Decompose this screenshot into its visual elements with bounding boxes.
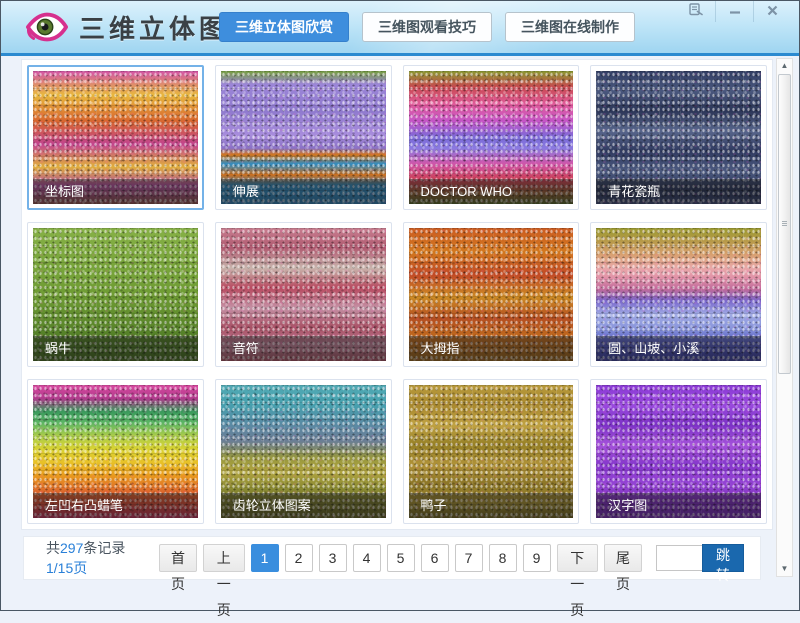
scrollbar-grip-icon <box>782 221 787 226</box>
record-summary: 共297条记录 1/15页 <box>46 538 159 578</box>
page-number-list: 123456789 <box>251 544 551 572</box>
summary-suffix: 条记录 <box>83 540 125 556</box>
gallery-panel: 坐标图 伸展 DOCTOR WHO 青花瓷瓶 蜗牛 音符 大拇指 圆、山坡、小溪… <box>21 59 773 530</box>
page-button-7[interactable]: 7 <box>455 544 483 572</box>
gallery-item[interactable]: 左凹右凸蜡笔 <box>27 379 204 524</box>
stereogram-thumb: 汉字图 <box>596 385 761 518</box>
page-button-4[interactable]: 4 <box>353 544 381 572</box>
gallery-item-label: 伸展 <box>221 179 386 204</box>
titlebar: 三维立体图 三维立体图欣赏 三维图观看技巧 三维图在线制作 <box>1 1 799 53</box>
gallery-item-label: 左凹右凸蜡笔 <box>33 493 198 518</box>
stereogram-thumb: 伸展 <box>221 71 386 204</box>
jump-group: 跳转 <box>656 544 744 572</box>
gallery-item-label: 汉字图 <box>596 493 761 518</box>
summary-prefix: 共 <box>46 540 60 556</box>
prev-page-button[interactable]: 上一页 <box>203 544 244 572</box>
gallery-item-label: 圆、山坡、小溪 <box>596 336 761 361</box>
stereogram-thumb: 蜗牛 <box>33 228 198 361</box>
app-logo-eye-icon <box>25 11 69 43</box>
stereogram-thumb: DOCTOR WHO <box>409 71 574 204</box>
jump-page-input[interactable] <box>656 545 702 571</box>
scroll-down-arrow-icon[interactable]: ▼ <box>777 562 792 576</box>
gallery-item-label: 齿轮立体图案 <box>221 493 386 518</box>
first-page-button[interactable]: 首页 <box>159 544 197 572</box>
stereogram-thumb: 大拇指 <box>409 228 574 361</box>
page-button-3[interactable]: 3 <box>319 544 347 572</box>
last-page-button[interactable]: 尾页 <box>604 544 642 572</box>
vertical-scrollbar[interactable]: ▲ ▼ <box>776 58 793 577</box>
gallery-item[interactable]: 圆、山坡、小溪 <box>590 222 767 367</box>
next-page-button[interactable]: 下一页 <box>557 544 598 572</box>
feedback-button[interactable] <box>677 1 715 22</box>
gallery-item[interactable]: 坐标图 <box>27 65 204 210</box>
gallery-item[interactable]: 蜗牛 <box>27 222 204 367</box>
gallery-item[interactable]: 大拇指 <box>403 222 580 367</box>
tab-online-maker[interactable]: 三维图在线制作 <box>505 12 635 42</box>
gallery-item[interactable]: 音符 <box>215 222 392 367</box>
page-button-6[interactable]: 6 <box>421 544 449 572</box>
gallery-item-label: 鸭子 <box>409 493 574 518</box>
gallery-item-label: 坐标图 <box>33 179 198 204</box>
stereogram-thumb: 坐标图 <box>33 71 198 204</box>
stereogram-thumb: 左凹右凸蜡笔 <box>33 385 198 518</box>
jump-button[interactable]: 跳转 <box>702 544 744 572</box>
gallery-item-label: 音符 <box>221 336 386 361</box>
gallery-item-label: 青花瓷瓶 <box>596 179 761 204</box>
tab-bar: 三维立体图欣赏 三维图观看技巧 三维图在线制作 <box>219 12 635 42</box>
stereogram-thumb: 鸭子 <box>409 385 574 518</box>
gallery-item[interactable]: 汉字图 <box>590 379 767 524</box>
minimize-icon <box>729 3 741 21</box>
gallery-item[interactable]: 鸭子 <box>403 379 580 524</box>
window-controls <box>677 1 791 22</box>
gallery-item-label: 蜗牛 <box>33 336 198 361</box>
pager: 首页 上一页 123456789 下一页 尾页 跳转 <box>159 544 744 572</box>
close-icon <box>767 3 778 21</box>
stereogram-thumb: 青花瓷瓶 <box>596 71 761 204</box>
page-button-2[interactable]: 2 <box>285 544 313 572</box>
scroll-up-arrow-icon[interactable]: ▲ <box>777 59 792 73</box>
gallery-item[interactable]: 青花瓷瓶 <box>590 65 767 210</box>
notes-icon <box>689 3 703 21</box>
gallery-item[interactable]: 齿轮立体图案 <box>215 379 392 524</box>
scrollbar-thumb[interactable] <box>778 74 791 374</box>
header-separator <box>1 53 799 56</box>
gallery-grid: 坐标图 伸展 DOCTOR WHO 青花瓷瓶 蜗牛 音符 大拇指 圆、山坡、小溪… <box>25 63 769 526</box>
page-button-1[interactable]: 1 <box>251 544 279 572</box>
tab-gallery[interactable]: 三维立体图欣赏 <box>219 12 349 42</box>
gallery-item-label: DOCTOR WHO <box>409 179 574 204</box>
close-button[interactable] <box>753 1 791 22</box>
page-button-8[interactable]: 8 <box>489 544 517 572</box>
gallery-item-label: 大拇指 <box>409 336 574 361</box>
page-button-9[interactable]: 9 <box>523 544 551 572</box>
app-window: { "window": { "title_text": "三维立体图" }, "… <box>0 0 800 611</box>
stereogram-thumb: 音符 <box>221 228 386 361</box>
page-indicator: 1/15页 <box>46 560 87 576</box>
record-count: 297 <box>60 540 83 556</box>
minimize-button[interactable] <box>715 1 753 22</box>
gallery-item[interactable]: DOCTOR WHO <box>403 65 580 210</box>
page-button-5[interactable]: 5 <box>387 544 415 572</box>
tab-viewing-tips[interactable]: 三维图观看技巧 <box>362 12 492 42</box>
gallery-item[interactable]: 伸展 <box>215 65 392 210</box>
stereogram-thumb: 圆、山坡、小溪 <box>596 228 761 361</box>
stereogram-thumb: 齿轮立体图案 <box>221 385 386 518</box>
pagination-bar: 共297条记录1/15页 首页 上一页 123456789 下一页 尾页 跳转 <box>23 536 761 580</box>
app-title: 三维立体图 <box>79 9 229 46</box>
